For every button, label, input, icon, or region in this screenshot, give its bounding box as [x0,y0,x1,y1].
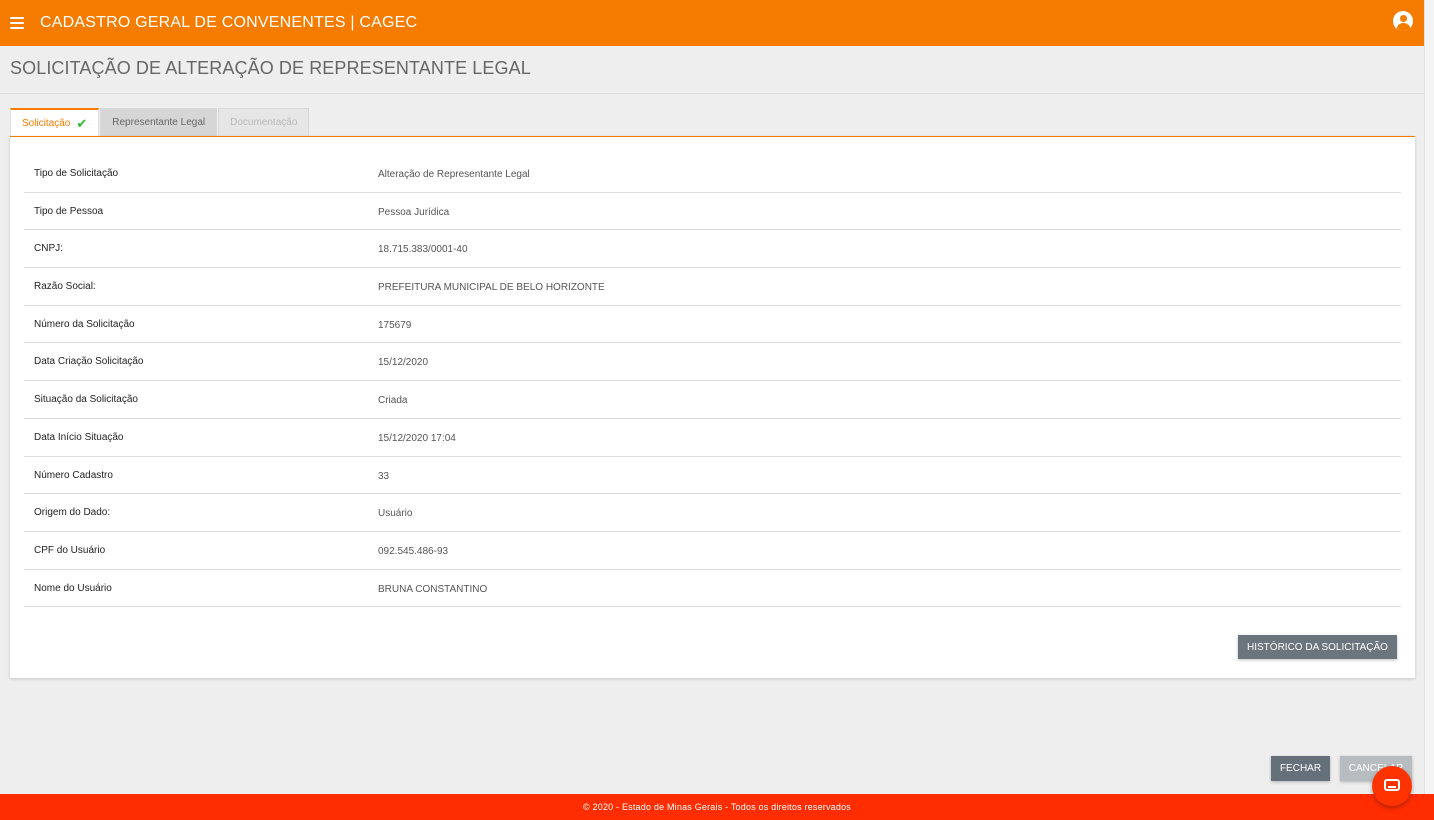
tab-solicitacao[interactable]: Solicitação ✔ [10,108,100,137]
page-title: SOLICITAÇÃO DE ALTERAÇÃO DE REPRESENTANT… [10,58,531,78]
detail-row: Nome do Usuário BRUNA CONSTANTINO [24,570,1401,608]
detail-label: Razão Social: [34,281,96,293]
details-card: Tipo de Solicitação Alteração de Represen… [10,136,1415,678]
historico-solicitacao-button[interactable]: HISTÓRICO DA SOLICITAÇÃO [1238,635,1397,659]
hamburger-menu-icon[interactable] [10,17,24,29]
fechar-button[interactable]: FECHAR [1271,756,1330,781]
detail-row: Tipo de Pessoa Pessoa Jurídica [24,193,1401,231]
detail-row: CPF do Usuário 092.545.486-93 [24,532,1401,570]
detail-label: Número da Solicitação [34,318,135,330]
detail-row: Número da Solicitação 175679 [24,306,1401,344]
detail-row: Data Início Situação 15/12/2020 17:04 [24,419,1401,457]
vertical-scrollbar[interactable] [1424,0,1434,794]
tab-label: Solicitação [22,118,71,129]
detail-value: 092.545.486-93 [378,545,449,557]
details-list: Tipo de Solicitação Alteração de Represen… [24,155,1401,608]
detail-row: Tipo de Solicitação Alteração de Represen… [24,155,1401,193]
detail-label: Número Cadastro [34,469,113,481]
detail-value: Usuário [378,508,413,520]
detail-row: Origem do Dado: Usuário [24,494,1401,532]
check-icon: ✔ [76,115,88,131]
detail-label: Data Criação Solicitação [34,356,144,368]
detail-value: 15/12/2020 17:04 [378,432,456,444]
detail-label: Nome do Usuário [34,582,112,594]
detail-row: Situação da Solicitação Criada [24,381,1401,419]
detail-value: 175679 [378,319,412,331]
chat-icon[interactable] [1372,766,1412,806]
detail-row: Razão Social: PREFEITURA MUNICIPAL DE BEL… [24,268,1401,306]
detail-value: 33 [378,470,390,482]
detail-value: Criada [378,395,408,407]
detail-label: CPF do Usuário [34,544,106,556]
tab-representante-legal[interactable]: Representante Legal [100,108,218,136]
footer-text: © 2020 - Estado de Minas Gerais - Todos … [583,802,851,812]
page-header: SOLICITAÇÃO DE ALTERAÇÃO DE REPRESENTANT… [0,46,1424,94]
detail-label: Data Início Situação [34,431,124,443]
app-title: CADASTRO GERAL DE CONVENENTES | CAGEC [40,14,418,31]
tab-documentacao: Documentação [218,108,310,136]
tab-label: Representante Legal [112,117,206,128]
detail-value: 18.715.383/0001-40 [378,244,468,256]
footer: © 2020 - Estado de Minas Gerais - Todos … [0,794,1434,820]
detail-row: Número Cadastro 33 [24,457,1401,495]
detail-value: Alteração de Representante Legal [378,169,530,180]
top-app-bar: CADASTRO GERAL DE CONVENENTES | CAGEC [0,0,1424,46]
detail-row: CNPJ: 18.715.383/0001-40 [24,230,1401,269]
detail-value: Pessoa Jurídica [378,206,450,218]
detail-label: CNPJ: [34,243,63,255]
detail-label: Situação da Solicitação [34,394,138,406]
detail-label: Tipo de Solicitação [34,168,119,179]
detail-value: PREFEITURA MUNICIPAL DE BELO HORIZONTE [378,282,605,294]
tab-bar: Solicitação ✔ Representante Legal Docume… [10,108,310,137]
tab-label: Documentação [230,117,298,128]
user-account-icon[interactable] [1393,11,1413,31]
detail-label: Tipo de Pessoa [34,205,104,217]
detail-value: BRUNA CONSTANTINO [378,583,488,595]
detail-value: 15/12/2020 [378,357,429,369]
detail-row: Data Criação Solicitação 15/12/2020 [24,343,1401,382]
detail-label: Origem do Dado: [34,507,111,519]
